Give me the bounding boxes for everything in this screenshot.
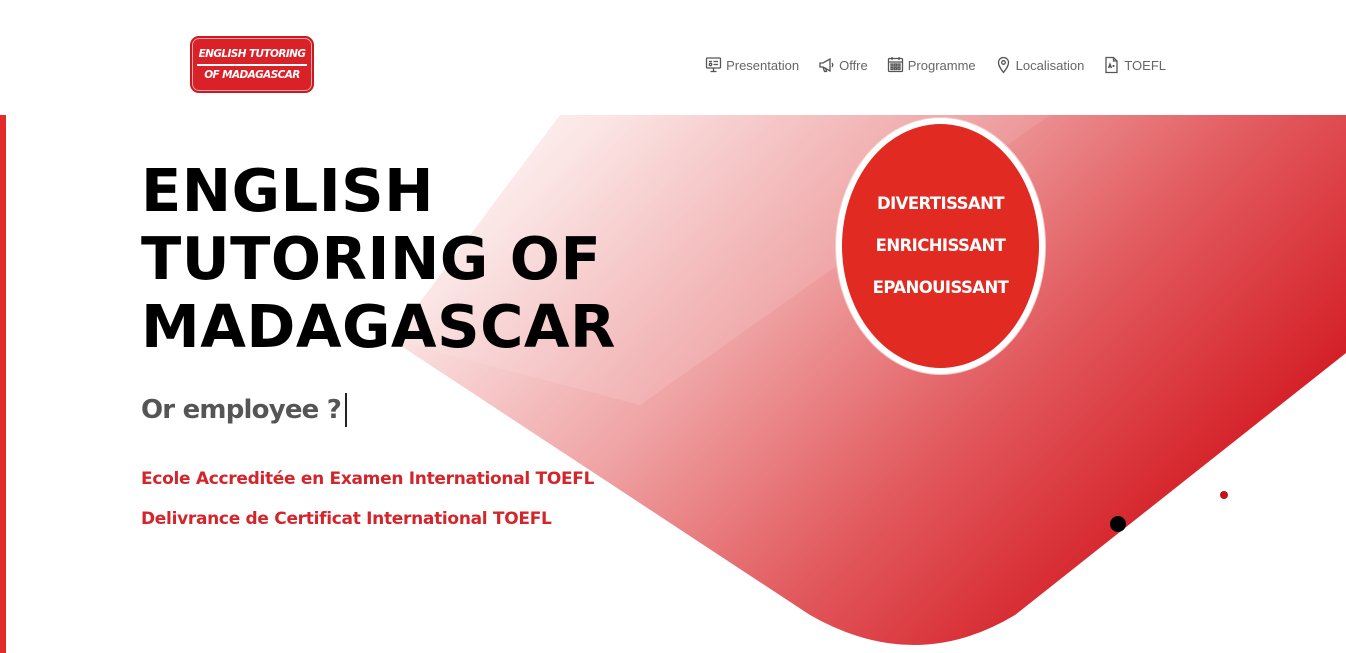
typed-subtitle: Or employee ? [141, 393, 348, 427]
document-icon [1105, 56, 1118, 74]
nav-label-offre: Offre [839, 58, 868, 73]
nav-label-presentation: Presentation [726, 58, 800, 73]
nav-item-localisation[interactable]: Localisation [995, 56, 1085, 74]
calendar-grid-icon [887, 57, 903, 73]
hero-title-line-2: TUTORING OF [141, 224, 602, 293]
hero-section: ENGLISH TUTORING OF MADAGASCAR Or employ… [0, 115, 1346, 653]
hero-title: ENGLISH TUTORING OF MADAGASCAR [141, 157, 616, 361]
badge-word-2: ENRICHISSANT [875, 236, 1006, 255]
hero-title-line-1: ENGLISH [141, 156, 435, 225]
presentation-board-icon [705, 57, 722, 73]
decorative-red-dot [1220, 491, 1228, 499]
logo-text-line-2: OF MADAGASCAR [204, 68, 300, 81]
main-nav: Presentation Offre Programme Localisatio… [705, 56, 1166, 74]
accreditation-line-1: Ecole Accreditée en Examen International… [141, 469, 595, 489]
nav-label-programme: Programme [907, 58, 976, 73]
nav-item-programme[interactable]: Programme [887, 56, 976, 74]
site-logo[interactable]: ENGLISH TUTORING OF MADAGASCAR [190, 36, 314, 93]
nav-item-toefl[interactable]: TOEFL [1103, 56, 1166, 74]
nav-label-localisation: Localisation [1015, 58, 1085, 73]
nav-label-toefl: TOEFL [1124, 58, 1166, 73]
logo-text-line-1: ENGLISH TUTORING [198, 47, 306, 60]
site-header: ENGLISH TUTORING OF MADAGASCAR Presentat… [0, 0, 1346, 115]
nav-item-presentation[interactable]: Presentation [705, 56, 799, 74]
typing-cursor [345, 393, 348, 427]
logo-divider [197, 63, 307, 66]
typed-subtitle-text: Or employee ? [141, 395, 342, 425]
hero-title-line-3: MADAGASCAR [141, 292, 616, 361]
map-pin-icon [997, 56, 1009, 74]
values-badge: DIVERTISSANT ENRICHISSANT EPANOUISSANT [836, 118, 1045, 374]
nav-item-offre[interactable]: Offre [818, 56, 868, 74]
badge-word-1: DIVERTISSANT [877, 194, 1005, 213]
decorative-black-dot [1110, 516, 1126, 532]
accreditation-line-2: Delivrance de Certificat International T… [141, 509, 552, 529]
badge-word-3: EPANOUISSANT [872, 278, 1009, 297]
page: ENGLISH TUTORING OF MADAGASCAR Presentat… [0, 0, 1346, 653]
megaphone-icon [819, 57, 834, 73]
